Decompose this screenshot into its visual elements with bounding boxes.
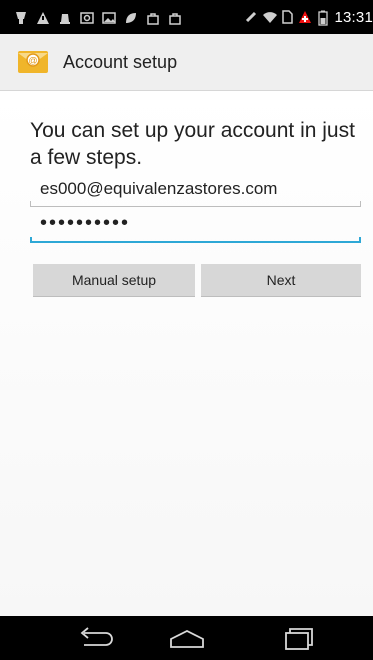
leaf-icon (124, 11, 138, 25)
email-app-icon[interactable]: @ (16, 45, 50, 79)
gallery-icon (102, 11, 116, 25)
email-field[interactable]: es000@equivalenzastores.com (30, 175, 361, 207)
next-button[interactable]: Next (201, 264, 361, 297)
password-field[interactable]: •••••••••• (30, 211, 361, 243)
image-icon (80, 11, 94, 25)
warning-icon (36, 11, 50, 25)
page-title: Account setup (63, 52, 178, 72)
sim-icon (280, 10, 294, 24)
medical-alert-icon (298, 10, 312, 24)
battery-icon (316, 10, 330, 26)
bag-icon (168, 11, 182, 25)
system-status-icons: 13:31 (244, 7, 373, 27)
back-icon[interactable] (72, 625, 120, 653)
password-value: •••••••••• (40, 212, 131, 234)
account-setup-form: You can set up your account in just a fe… (0, 91, 373, 616)
bag-icon (146, 11, 160, 25)
notification-icons (14, 8, 182, 28)
action-bar: @ Account setup (0, 34, 373, 91)
wifi-icon (262, 10, 278, 24)
svg-text:@: @ (28, 56, 37, 66)
rotate-icon (244, 10, 258, 24)
password-field-underline (30, 237, 361, 243)
bell-icon (58, 11, 72, 25)
clock: 13:31 (334, 8, 373, 26)
usb-icon (14, 11, 28, 25)
email-field-underline (30, 201, 361, 207)
recents-icon[interactable] (276, 625, 324, 653)
navigation-bar (0, 616, 373, 660)
email-value: es000@equivalenzastores.com (40, 179, 278, 198)
manual-setup-button[interactable]: Manual setup (33, 264, 195, 297)
home-icon[interactable] (163, 625, 211, 653)
status-bar: 13:31 (0, 0, 373, 34)
intro-text: You can set up your account in just a fe… (30, 119, 355, 169)
